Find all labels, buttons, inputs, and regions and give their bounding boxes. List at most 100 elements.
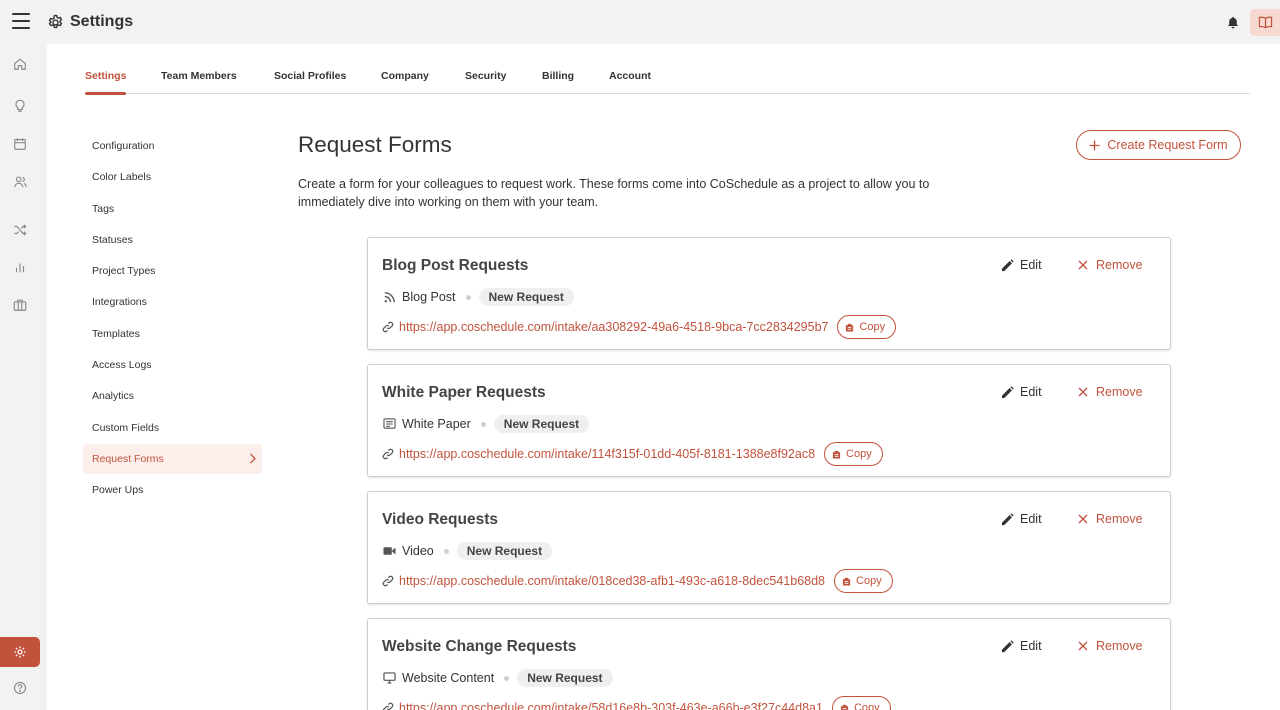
close-icon — [1078, 260, 1088, 270]
edit-label: Edit — [1020, 639, 1042, 653]
remove-label: Remove — [1096, 512, 1143, 526]
settings-gear-icon[interactable] — [0, 637, 40, 667]
sidebar-item-color-labels[interactable]: Color Labels — [83, 162, 262, 192]
copy-button[interactable]: Copy — [824, 442, 883, 466]
sidebar-item-analytics[interactable]: Analytics — [83, 381, 262, 411]
page-header-title: Settings — [70, 13, 134, 30]
intake-url-link[interactable]: https://app.coschedule.com/intake/018ced… — [399, 574, 825, 588]
create-request-form-button[interactable]: Create Request Form — [1076, 130, 1241, 160]
copy-label: Copy — [846, 448, 872, 460]
intake-url-link[interactable]: https://app.coschedule.com/intake/aa3082… — [399, 320, 828, 334]
edit-button[interactable]: Edit — [1001, 639, 1042, 653]
pencil-icon — [1001, 258, 1014, 272]
link-icon — [382, 575, 394, 587]
close-icon — [1078, 641, 1088, 651]
tab-company[interactable]: Company — [381, 70, 429, 94]
pencil-icon — [1001, 512, 1014, 526]
users-icon[interactable] — [0, 167, 40, 197]
edit-label: Edit — [1020, 258, 1042, 272]
sidebar-item-custom-fields[interactable]: Custom Fields — [83, 413, 262, 443]
sidebar-item-project-types[interactable]: Project Types — [83, 256, 262, 286]
remove-label: Remove — [1096, 385, 1143, 399]
status-badge: New Request — [517, 669, 613, 687]
link-icon — [382, 702, 394, 710]
tab-settings[interactable]: Settings — [85, 70, 127, 95]
tab-social-profiles[interactable]: Social Profiles — [274, 70, 346, 94]
tab-team-members[interactable]: Team Members — [161, 70, 237, 94]
hamburger-menu-icon[interactable] — [12, 13, 30, 29]
bell-icon[interactable] — [1226, 15, 1240, 30]
pencil-icon — [1001, 639, 1014, 653]
remove-button[interactable]: Remove — [1078, 512, 1143, 526]
app-header: Settings — [0, 0, 1280, 44]
remove-button[interactable]: Remove — [1078, 639, 1143, 653]
sidebar-item-power-ups[interactable]: Power Ups — [83, 475, 262, 505]
request-form-card: Video Requests Edit Remove Video New Req… — [367, 491, 1171, 604]
document-icon — [382, 417, 396, 431]
help-icon[interactable] — [0, 673, 40, 703]
status-badge: New Request — [493, 415, 590, 433]
plus-icon — [1089, 140, 1100, 151]
pencil-icon — [1001, 385, 1014, 399]
calendar-icon[interactable] — [0, 129, 40, 159]
create-button-label: Create Request Form — [1107, 138, 1228, 152]
card-title: Website Change Requests — [382, 638, 577, 655]
close-icon — [1078, 514, 1088, 524]
intake-link-row: https://app.coschedule.com/intake/114f31… — [382, 441, 883, 467]
book-icon[interactable] — [1250, 9, 1280, 36]
edit-button[interactable]: Edit — [1001, 512, 1042, 526]
home-icon[interactable] — [0, 49, 40, 79]
sidebar-item-configuration[interactable]: Configuration — [83, 131, 262, 161]
clipboard-icon — [840, 704, 849, 710]
card-meta: Website Content New Request — [382, 669, 613, 687]
intake-link-row: https://app.coschedule.com/intake/aa3082… — [382, 314, 897, 340]
intake-url-link[interactable]: https://app.coschedule.com/intake/114f31… — [399, 447, 815, 461]
monitor-icon — [382, 671, 396, 685]
sidebar-item-integrations[interactable]: Integrations — [83, 287, 262, 317]
copy-label: Copy — [859, 321, 886, 333]
edit-button[interactable]: Edit — [1001, 258, 1042, 272]
copy-label: Copy — [856, 575, 882, 587]
clipboard-icon — [845, 323, 854, 332]
main-panel: Settings Team Members Social Profiles Co… — [47, 44, 1280, 710]
tab-account[interactable]: Account — [609, 70, 651, 94]
link-icon — [382, 321, 394, 333]
card-title: Blog Post Requests — [382, 257, 529, 274]
clipboard-icon — [842, 577, 851, 586]
chevron-right-icon — [249, 453, 256, 464]
sidebar-item-statuses[interactable]: Statuses — [83, 225, 262, 255]
clipboard-icon — [832, 450, 841, 459]
request-form-card: White Paper Requests Edit Remove White P… — [367, 364, 1171, 477]
shuffle-icon[interactable] — [0, 215, 40, 245]
edit-button[interactable]: Edit — [1001, 385, 1042, 399]
sidebar-item-request-forms[interactable]: Request Forms — [83, 444, 262, 474]
remove-label: Remove — [1096, 639, 1143, 653]
card-meta: White Paper New Request — [382, 415, 590, 433]
request-form-card: Blog Post Requests Edit Remove Blog Post… — [367, 237, 1171, 350]
intake-link-row: https://app.coschedule.com/intake/58d16e… — [382, 695, 891, 710]
edit-label: Edit — [1020, 385, 1042, 399]
sidebar-item-templates[interactable]: Templates — [83, 319, 262, 349]
sidebar-item-access-logs[interactable]: Access Logs — [83, 350, 262, 380]
content-type-label: Video — [402, 544, 434, 558]
bar-chart-icon[interactable] — [0, 252, 40, 282]
intake-link-row: https://app.coschedule.com/intake/018ced… — [382, 568, 893, 594]
remove-button[interactable]: Remove — [1078, 258, 1143, 272]
tab-billing[interactable]: Billing — [542, 70, 574, 94]
copy-button[interactable]: Copy — [834, 569, 893, 593]
remove-button[interactable]: Remove — [1078, 385, 1143, 399]
left-rail — [0, 0, 47, 710]
briefcase-icon[interactable] — [0, 290, 40, 320]
settings-tabs: Settings Team Members Social Profiles Co… — [85, 70, 1250, 95]
request-form-card: Website Change Requests Edit Remove Webs… — [367, 618, 1171, 710]
card-title: Video Requests — [382, 511, 499, 528]
intake-url-link[interactable]: https://app.coschedule.com/intake/58d16e… — [399, 701, 823, 710]
copy-button[interactable]: Copy — [837, 315, 897, 339]
copy-button[interactable]: Copy — [831, 696, 891, 710]
lightbulb-icon[interactable] — [0, 91, 40, 121]
gear-icon — [47, 14, 64, 31]
content-type-label: Blog Post — [402, 290, 456, 304]
separator-dot — [443, 548, 449, 554]
sidebar-item-tags[interactable]: Tags — [83, 194, 262, 224]
tab-security[interactable]: Security — [465, 70, 506, 94]
